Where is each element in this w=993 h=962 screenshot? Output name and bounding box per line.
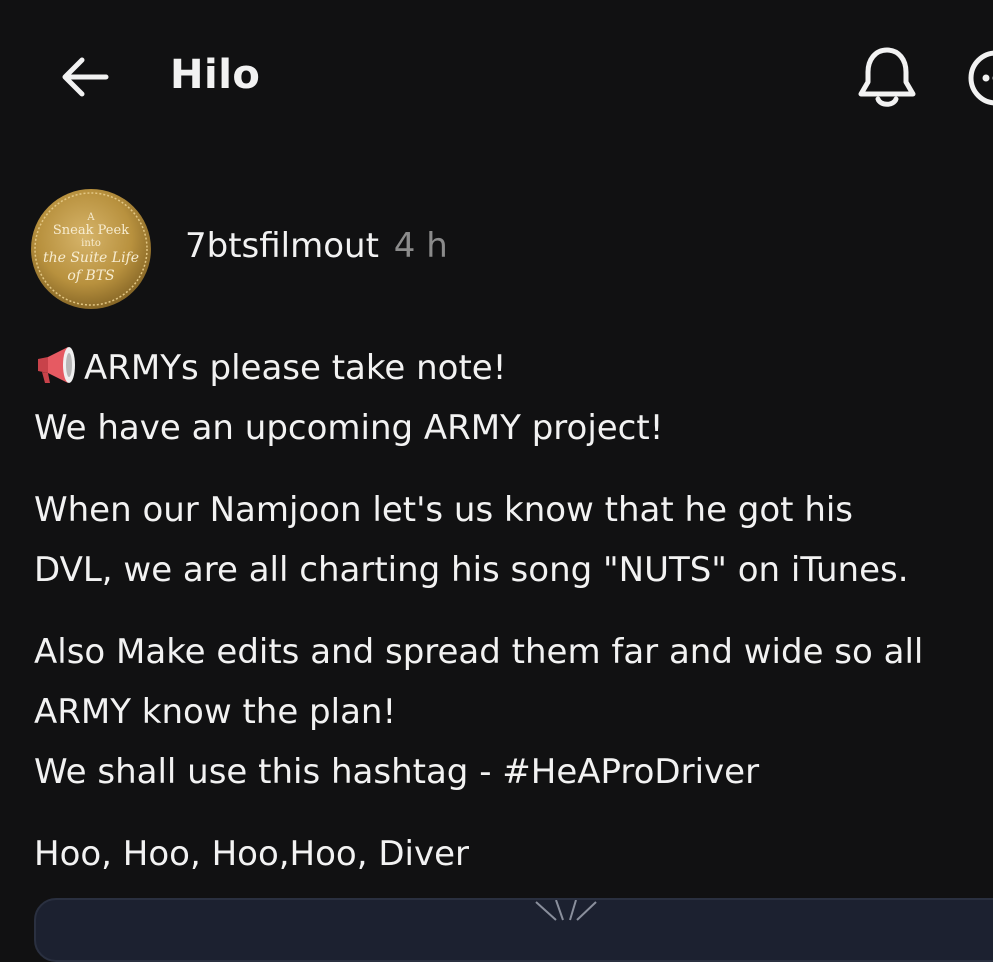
more-options-button[interactable]: [966, 48, 993, 108]
megaphone-icon: [34, 343, 82, 387]
svg-text:into: into: [81, 238, 101, 249]
author-row: 7btsfilmout 4 h: [185, 226, 448, 266]
top-bar: Hilo: [0, 0, 993, 150]
post-time: 4 h: [394, 226, 448, 266]
author-avatar[interactable]: A Sneak Peek into the Suite Life of BTS: [30, 188, 152, 310]
bell-icon: [856, 44, 918, 110]
post-paragraph-4: Hoo, Hoo, Hoo,Hoo, Diver: [34, 824, 989, 884]
arrow-left-icon: [58, 50, 112, 104]
page-title: Hilo: [170, 52, 260, 98]
post-line: ARMY know the plan!: [34, 682, 989, 742]
svg-text:of BTS: of BTS: [67, 268, 114, 284]
post-paragraph-2: When our Namjoon let's us know that he g…: [34, 480, 989, 600]
post-line: Hoo, Hoo, Hoo,Hoo, Diver: [34, 824, 989, 884]
post-paragraph-3: Also Make edits and spread them far and …: [34, 622, 989, 802]
post-line: ARMYs please take note!: [34, 338, 989, 398]
svg-text:the Suite Life: the Suite Life: [43, 250, 139, 266]
more-circle-icon: [966, 48, 993, 108]
post-line: DVL, we are all charting his song "NUTS"…: [34, 540, 989, 600]
author-username[interactable]: 7btsfilmout: [185, 226, 379, 266]
post-line: We have an upcoming ARMY project!: [34, 398, 989, 458]
post-body: ARMYs please take note! We have an upcom…: [34, 338, 989, 906]
post-line: When our Namjoon let's us know that he g…: [34, 480, 989, 540]
post-line: We shall use this hashtag - #HeAProDrive…: [34, 742, 989, 802]
post-media-preview[interactable]: [34, 898, 993, 962]
avatar-text: A: [86, 212, 95, 223]
svg-text:Sneak Peek: Sneak Peek: [53, 223, 129, 238]
notifications-button[interactable]: [856, 44, 918, 110]
post-paragraph-1: ARMYs please take note! We have an upcom…: [34, 338, 989, 458]
post-line: Also Make edits and spread them far and …: [34, 622, 989, 682]
back-button[interactable]: [58, 50, 112, 104]
